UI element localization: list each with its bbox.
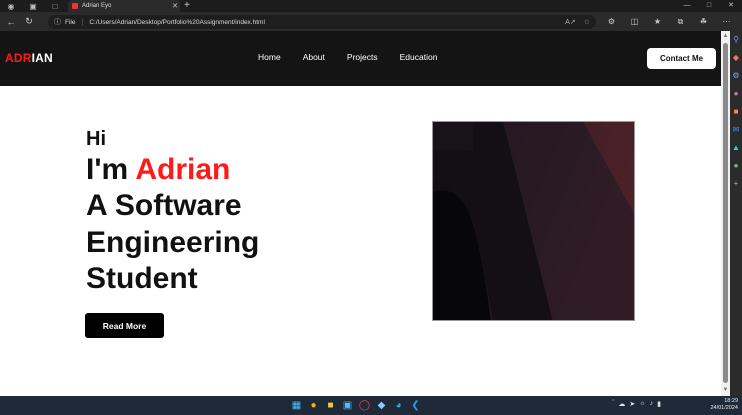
site-logo[interactable]: ADRIAN [5, 51, 53, 65]
hero-line-3: Engineering [86, 226, 260, 259]
scroll-down-icon[interactable]: ▼ [722, 387, 729, 394]
tab-favicon [72, 3, 78, 9]
split-screen-icon[interactable]: ◫ [623, 17, 646, 26]
clock-time: 18:29 [724, 398, 738, 404]
back-icon[interactable]: ← [4, 17, 18, 27]
tab-title: Adrian Eyo [82, 3, 112, 9]
page-scrollbar[interactable]: ▲ ▼ [721, 31, 730, 396]
logo-red-part: ADR [5, 51, 32, 65]
more-menu-icon[interactable]: ⋯ [715, 17, 738, 26]
abstract-dark-image [433, 122, 634, 320]
tray-chevron-icon[interactable]: ˆ [612, 400, 614, 408]
screen: ◉ ▣ □ Adrian Eyo ✕ + — □ ✕ ← ↻ ⓘ File | … [0, 0, 742, 415]
minimize-icon[interactable]: — [676, 0, 698, 12]
profile-icon[interactable]: ◉ [0, 0, 22, 12]
hero-line-2: A Software [86, 189, 242, 222]
taskbar-clock[interactable]: 18:29 24/01/2024 [700, 398, 738, 412]
tab-actions-icon[interactable]: □ [44, 0, 66, 12]
tools-icon[interactable]: ⚙ [730, 67, 742, 85]
browser-toolbar: ⚙ ◫ ★ ⧉ ☘ ⋯ [600, 12, 738, 31]
window-controls: — □ ✕ [676, 0, 742, 12]
address-bar[interactable]: ⓘ File | C:/Users/Adrian/Desktop/Portfol… [48, 15, 596, 29]
scrollbar-thumb[interactable] [723, 43, 728, 383]
shopping-icon[interactable]: ◆ [730, 49, 742, 67]
office-icon[interactable]: ■ [730, 103, 742, 121]
outlook-icon[interactable]: ✉ [730, 121, 742, 139]
start-icon[interactable]: ▦ [290, 399, 303, 412]
copilot-icon[interactable]: ☘ [692, 17, 715, 26]
maximize-icon[interactable]: □ [698, 0, 720, 12]
hero-intro: I'm Adrian [86, 155, 230, 185]
browser-tab-strip: ◉ ▣ □ Adrian Eyo ✕ + — □ ✕ [0, 0, 742, 12]
cloud-icon[interactable]: ☁ [618, 400, 625, 408]
hero-image [432, 121, 635, 321]
system-tray: ˆ ☁ ➤ ☼ ♪ ▮ [612, 400, 661, 408]
address-bar-row: ← ↻ ⓘ File | C:/Users/Adrian/Desktop/Por… [0, 12, 742, 31]
tree-icon[interactable]: ● [730, 157, 742, 175]
site-navbar: ADRIAN Home About Projects Education Con… [0, 31, 721, 86]
hero-greeting: Hi [86, 128, 106, 150]
nav-link-home[interactable]: Home [258, 52, 281, 62]
extensions-icon[interactable]: ⚙ [600, 17, 623, 26]
add-sidebar-item-icon[interactable]: + [730, 175, 742, 193]
favorite-star-icon[interactable]: ☆ [584, 18, 590, 26]
favorites-icon[interactable]: ★ [646, 17, 669, 26]
search-icon[interactable]: ⚲ [730, 31, 742, 49]
read-more-button[interactable]: Read More [85, 313, 164, 338]
file-explorer-icon[interactable]: ■ [324, 399, 337, 412]
address-separator: | [81, 18, 84, 26]
read-aloud-icon[interactable]: A↗ [565, 18, 576, 26]
url-text[interactable]: C:/Users/Adrian/Desktop/Portfolio%20Assi… [89, 19, 265, 26]
edge-icon[interactable]: ◕ [392, 399, 405, 412]
games-icon[interactable]: ● [730, 85, 742, 103]
contact-me-button[interactable]: Contact Me [647, 48, 716, 69]
workspaces-icon[interactable]: ▣ [22, 0, 44, 12]
clock-date: 24/01/2024 [710, 405, 738, 411]
new-tab-icon[interactable]: + [184, 0, 190, 12]
scroll-up-icon[interactable]: ▲ [722, 33, 729, 40]
vscode-icon[interactable]: ❮ [409, 399, 422, 412]
nav-link-education[interactable]: Education [400, 52, 438, 62]
hero-intro-prefix: I'm [86, 153, 136, 186]
nav-link-projects[interactable]: Projects [347, 52, 378, 62]
widgets-icon[interactable]: ● [307, 399, 320, 412]
edge-sidebar: ⚲ ◆ ⚙ ● ■ ✉ ▲ ● + [730, 31, 742, 396]
hero-line-4: Student [86, 262, 198, 295]
nav-link-about[interactable]: About [303, 52, 325, 62]
collections-icon[interactable]: ⧉ [669, 17, 692, 27]
battery-icon[interactable]: ▮ [657, 400, 661, 408]
info-icon[interactable]: ⓘ [54, 17, 61, 27]
volume-icon[interactable]: ♪ [650, 400, 654, 408]
close-window-icon[interactable]: ✕ [720, 0, 742, 12]
opera-icon[interactable]: ◯ [358, 399, 371, 412]
web-page: ADRIAN Home About Projects Education Con… [0, 31, 721, 396]
wifi-icon[interactable]: ☼ [639, 400, 645, 408]
hero-name: Adrian [135, 153, 231, 186]
nav-links: Home About Projects Education [258, 52, 459, 62]
address-scheme: File [65, 18, 76, 26]
refresh-icon[interactable]: ↻ [22, 16, 36, 27]
close-tab-icon[interactable]: ✕ [170, 2, 180, 10]
logo-white-part: IAN [31, 51, 53, 65]
browser-tab[interactable]: Adrian Eyo ✕ [68, 0, 180, 12]
send-icon[interactable]: ➤ [629, 400, 635, 408]
store-icon[interactable]: ▣ [341, 399, 354, 412]
drop-icon[interactable]: ▲ [730, 139, 742, 157]
app-icon[interactable]: ◆ [375, 399, 388, 412]
taskbar-apps: ▦ ● ■ ▣ ◯ ◆ ◕ ❮ [290, 399, 422, 412]
windows-taskbar: ▦ ● ■ ▣ ◯ ◆ ◕ ❮ ˆ ☁ ➤ ☼ ♪ ▮ 18:29 24/01/… [0, 396, 742, 415]
